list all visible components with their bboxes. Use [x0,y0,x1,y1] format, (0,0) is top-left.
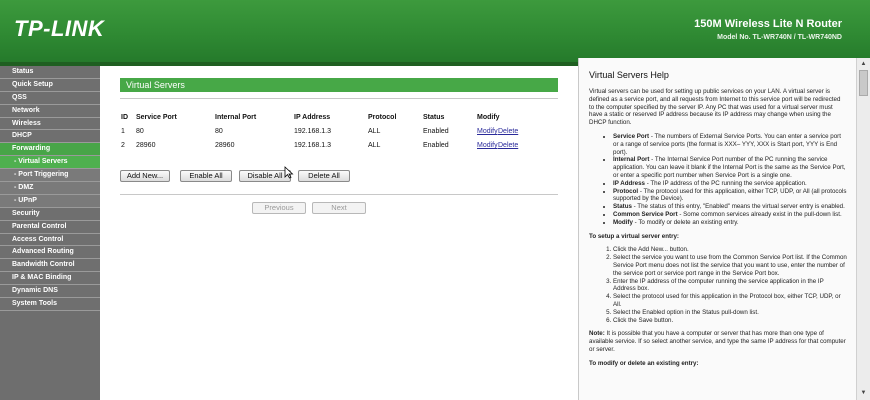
sidebar-item-access-control[interactable]: Access Control [0,233,100,247]
title-divider [120,98,558,99]
sidebar-item-parental-control[interactable]: Parental Control [0,220,100,234]
col-header-ip-address: IP Address [294,114,331,121]
previous-button[interactable]: Previous [252,202,306,214]
help-intro: Virtual servers can be used for setting … [589,88,841,127]
help-field-list: Service Port - The numbers of External S… [589,133,847,227]
row-status: Enabled [423,128,449,135]
help-title: Virtual Servers Help [589,70,669,80]
sidebar-item-wireless[interactable]: Wireless [0,117,100,131]
col-header-id: ID [121,114,128,121]
help-content: Virtual Servers Help Virtual servers can… [579,58,857,400]
enable-all-button[interactable]: Enable All [180,170,232,182]
scroll-down-icon[interactable]: ▼ [859,389,868,398]
col-header-service-port: Service Port [136,114,177,121]
sidebar-item-port-triggering[interactable]: - Port Triggering [0,169,100,183]
sidebar-item-dynamic-dns[interactable]: Dynamic DNS [0,285,100,299]
page-title: Virtual Servers [120,78,558,92]
help-step: Select the service you want to use from … [613,254,847,277]
help-field-item: Protocol - The protocol used for this ap… [613,188,847,204]
help-scrollbar[interactable]: ▲ ▼ [856,58,870,400]
row-protocol: ALL [368,128,381,135]
model-title: 150M Wireless Lite N Router [694,18,842,30]
help-field-item: IP Address - The IP address of the PC ru… [613,180,847,188]
help-field-item: Internal Port - The Internal Service Por… [613,156,847,179]
help-modify-heading: To modify or delete an existing entry: [589,359,699,367]
sidebar-menu: Status Quick Setup QSS Network Wireless … [0,66,100,400]
sidebar-item-virtual-servers[interactable]: - Virtual Servers [0,156,100,170]
row-status: Enabled [423,142,449,149]
sidebar-item-ip-mac-binding[interactable]: IP & MAC Binding [0,272,100,286]
sidebar-item-system-tools[interactable]: System Tools [0,298,100,311]
sidebar-item-dhcp[interactable]: DHCP [0,130,100,144]
help-field-item: Common Service Port - Some common servic… [613,211,847,219]
help-note: Note: It is possible that you have a com… [589,330,846,353]
main-content: Virtual Servers ID Service Port Internal… [100,66,578,400]
sidebar-item-qss[interactable]: QSS [0,91,100,105]
delete-link[interactable]: Delete [498,128,518,135]
delete-link[interactable]: Delete [498,142,518,149]
scroll-thumb[interactable] [859,70,868,96]
help-panel: Virtual Servers Help Virtual servers can… [578,58,870,400]
row-id: 2 [121,142,125,149]
header-bar: TP-LINK 150M Wireless Lite N Router Mode… [0,0,870,62]
help-step: Select the Enabled option in the Status … [613,309,847,317]
tp-link-logo: TP-LINK [14,16,105,41]
help-step: Click the Save button. [613,317,847,325]
row-service-port: 80 [136,128,144,135]
sidebar-item-security[interactable]: Security [0,207,100,221]
scroll-up-icon[interactable]: ▲ [859,60,868,69]
next-button[interactable]: Next [312,202,366,214]
help-step: Select the protocol used for this applic… [613,293,847,309]
modify-link[interactable]: Modify [477,128,498,135]
sidebar-item-quick-setup[interactable]: Quick Setup [0,78,100,92]
modify-link[interactable]: Modify [477,142,498,149]
sidebar-item-advanced-routing[interactable]: Advanced Routing [0,246,100,260]
mouse-cursor-icon [284,166,294,179]
col-header-internal-port: Internal Port [215,114,257,121]
col-header-protocol: Protocol [368,114,397,121]
col-header-status: Status [423,114,445,121]
sidebar-item-bandwidth-control[interactable]: Bandwidth Control [0,259,100,273]
delete-all-button[interactable]: Delete All [298,170,350,182]
add-new-button[interactable]: Add New... [120,170,170,182]
row-internal-port: 28960 [215,142,235,149]
help-field-item: Modify - To modify or delete an existing… [613,219,847,227]
sidebar-item-dmz[interactable]: - DMZ [0,182,100,195]
help-field-item: Service Port - The numbers of External S… [613,133,847,156]
sidebar-item-network[interactable]: Network [0,104,100,118]
row-service-port: 28960 [136,142,156,149]
sidebar-item-status[interactable]: Status [0,66,100,79]
help-setup-heading: To setup a virtual server entry: [589,232,679,240]
row-protocol: ALL [368,142,381,149]
sidebar-item-forwarding[interactable]: Forwarding [0,143,100,157]
router-admin-page: TP-LINK 150M Wireless Lite N Router Mode… [0,0,870,400]
sidebar-item-upnp[interactable]: - UPnP [0,194,100,208]
row-id: 1 [121,128,125,135]
help-field-item: Status - The status of this entry, "Enab… [613,203,847,211]
help-step: Click the Add New... button. [613,246,847,254]
row-internal-port: 80 [215,128,223,135]
help-steps: Click the Add New... button. Select the … [589,246,847,324]
buttons-divider [120,194,558,195]
col-header-modify: Modify [477,114,500,121]
row-ip-address: 192.168.1.3 [294,128,331,135]
model-number: Model No. TL-WR740N / TL-WR740ND [717,34,842,41]
help-step: Enter the IP address of the computer run… [613,278,847,294]
row-ip-address: 192.168.1.3 [294,142,331,149]
